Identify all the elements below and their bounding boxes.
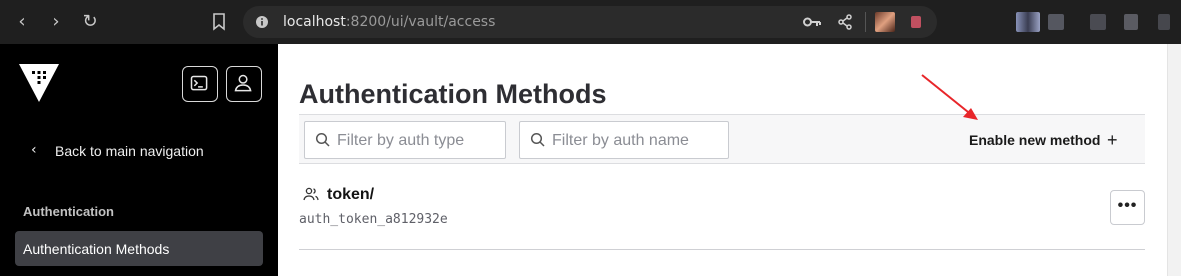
profile-avatar[interactable] [1016,12,1040,32]
auth-name-filter[interactable] [519,121,729,159]
filter-toolbar: Enable new method + [299,114,1145,164]
search-icon [530,132,545,147]
sidebar-item-authentication-methods[interactable]: Authentication Methods [15,231,263,266]
bookmark-icon[interactable] [212,13,226,31]
forward-icon[interactable]: › [46,12,66,32]
share-icon[interactable] [837,14,853,30]
extension-icon[interactable] [1090,14,1106,30]
browser-toolbar: ‹ › ↻ localhost:8200/ui/vault/access [0,0,1181,44]
back-link-label: Back to main navigation [55,143,204,159]
reload-icon[interactable]: ↻ [80,12,100,32]
url-path: :8200/ui/vault/access [345,14,496,30]
extension-icon[interactable] [1048,14,1064,30]
extension-icon[interactable] [1124,14,1138,30]
more-icon: ••• [1117,197,1138,214]
row-actions-button[interactable]: ••• [1110,190,1145,225]
sidebar-section-title: Authentication [23,204,114,219]
user-icon [234,74,252,92]
address-bar[interactable]: localhost:8200/ui/vault/access [243,6,937,38]
enable-new-method-button[interactable]: Enable new method + [969,130,1118,150]
menu-icon[interactable] [1158,14,1170,30]
sidebar: ‹ Back to main navigation Authentication… [0,44,278,276]
url-text[interactable]: localhost:8200/ui/vault/access [283,14,495,30]
auth-type-filter[interactable] [304,121,506,159]
page-title: Authentication Methods [299,79,607,109]
enable-new-method-label: Enable new method [969,132,1101,148]
terminal-icon [190,75,208,91]
extension-icon[interactable] [875,12,895,32]
auth-method-path[interactable]: token/ [327,186,374,204]
user-menu-button[interactable] [226,66,262,102]
main-content: Authentication Methods Enable new method… [278,44,1181,276]
url-host: localhost [283,14,346,30]
auth-method-row[interactable]: token/ auth_token_a812932e ••• [299,174,1145,250]
plus-icon: + [1107,130,1118,150]
sidebar-item-label: Authentication Methods [23,241,170,257]
users-icon [303,187,319,201]
auth-type-filter-input[interactable] [337,130,497,152]
vault-logo-icon[interactable] [19,64,59,102]
chevron-left-icon: ‹ [31,142,37,158]
site-info-icon[interactable] [255,15,269,29]
key-icon[interactable] [803,15,821,29]
auth-name-filter-input[interactable] [552,130,712,152]
console-button[interactable] [182,66,218,102]
extension-icon[interactable] [911,16,921,28]
back-icon[interactable]: ‹ [12,12,32,32]
auth-method-accessor: auth_token_a812932e [299,212,448,227]
scrollbar[interactable] [1167,44,1181,276]
search-icon [315,132,330,147]
url-divider [865,12,866,32]
